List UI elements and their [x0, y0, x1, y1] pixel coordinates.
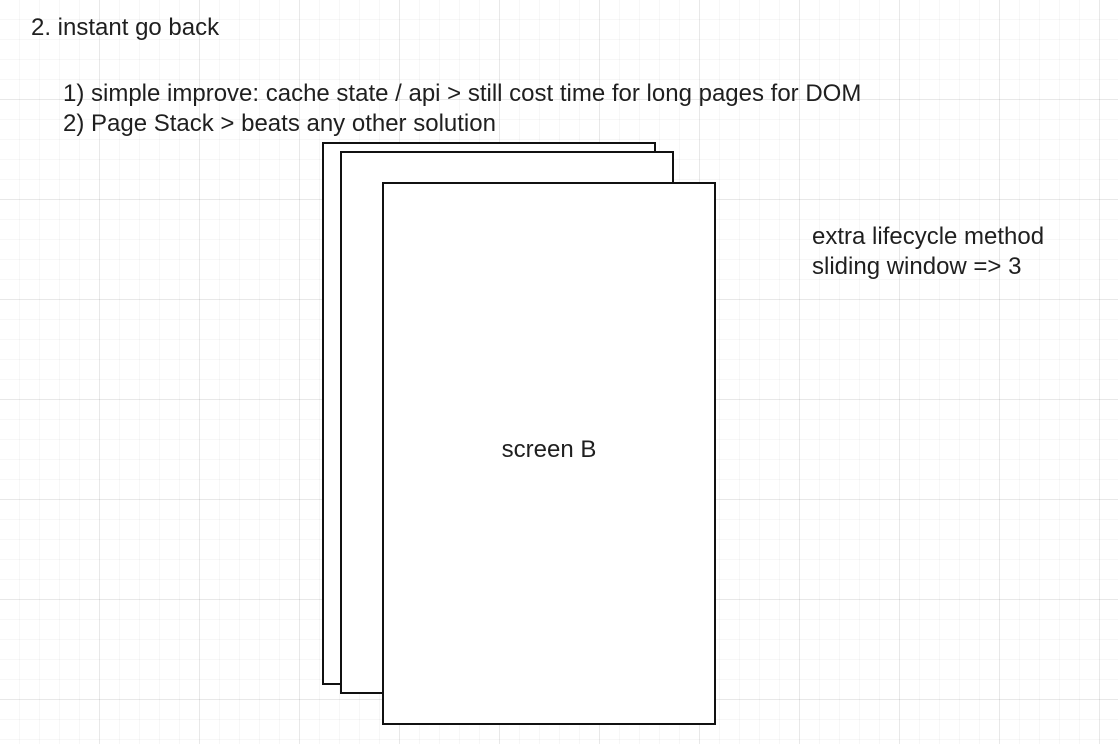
section-heading: 2. instant go back	[31, 14, 220, 41]
screen-label: screen B	[501, 436, 597, 463]
side-note: extra lifecycle method sliding window =>…	[812, 222, 1044, 282]
solution-item-cache-state: 1) simple improve: cache state / api > s…	[63, 80, 862, 107]
solution-list: 1) simple improve: cache state / api > s…	[63, 79, 861, 139]
side-note-lifecycle: extra lifecycle method	[812, 223, 1045, 250]
side-note-sliding-window: sliding window => 3	[812, 253, 1022, 280]
stacked-screen-front: screen B	[382, 182, 716, 725]
solution-item-page-stack: 2) Page Stack > beats any other solution	[63, 110, 496, 137]
